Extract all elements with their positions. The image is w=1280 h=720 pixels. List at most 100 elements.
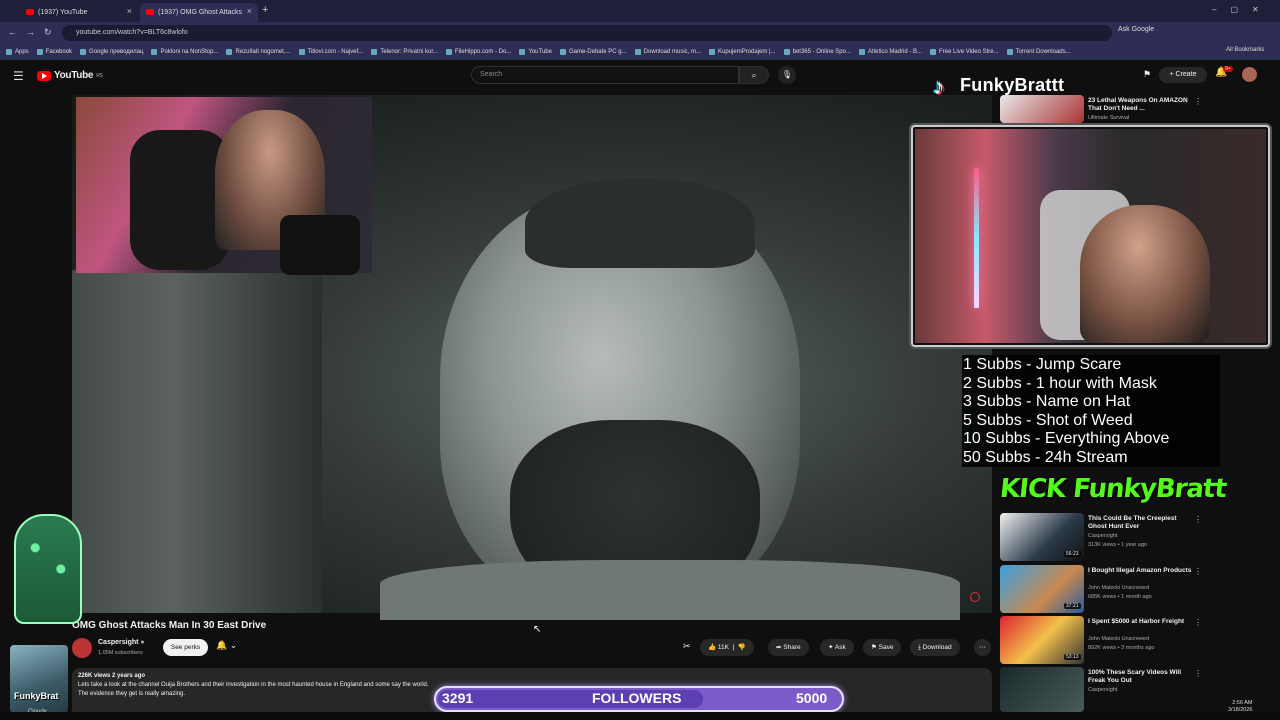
youtube-play-icon [37,70,51,81]
bookmark-favicon-icon [634,49,641,55]
recommendation-item[interactable]: 23 Lethal Weapons On AMAZON That Don't N… [1000,95,1272,123]
forward-icon[interactable]: → [26,27,35,37]
bookmark-favicon-icon [783,49,790,55]
neon-light-bar [974,168,979,308]
more-options-icon[interactable]: ⋮ [1194,567,1202,576]
account-avatar[interactable] [1242,67,1257,82]
video-thumbnail [1000,667,1084,712]
bookmark-favicon-icon [1006,49,1013,55]
notification-count-badge: 9+ [1223,66,1233,72]
recommendation-item[interactable]: 56:23 This Could Be The Creepiest Ghost … [1000,513,1272,561]
close-tab-icon[interactable]: × [247,6,252,16]
bookmark-favicon-icon [709,49,716,55]
mouse-cursor-icon: ↖ [533,624,542,635]
menu-icon[interactable]: ☰ [13,69,24,83]
clip-icon[interactable]: ✂ [683,641,691,652]
bookmark-favicon-icon [446,49,453,55]
video-title: OMG Ghost Attacks Man In 30 East Drive [72,620,267,631]
tab-label: (1937) OMG Ghost Attacks [158,9,243,16]
bookmark-favicon-icon [36,49,43,55]
bookmark-favicon-icon [80,49,87,55]
bookmark-favicon-icon [298,49,305,55]
more-options-icon[interactable]: ⋮ [1194,97,1202,106]
apps-icon [6,49,12,55]
bookmark-item[interactable]: Google преводилац [80,49,143,55]
bookmark-item[interactable]: Apps [6,49,29,55]
ask-google-button[interactable]: Ask Google [1118,26,1154,33]
bookmark-item[interactable]: Atletico Madrid - B... [858,49,922,55]
bookmark-item[interactable]: Game-Debate PC g... [559,49,627,55]
streamer-person [1080,205,1210,343]
window-controls[interactable]: –▢✕ [1212,5,1273,14]
save-button[interactable]: ⚑ Save [863,639,902,656]
subs-goals-list: 1 Subbs - Jump Scare 2 Subbs - 1 hour wi… [962,355,1220,467]
video-background-door [72,270,322,613]
share-button[interactable]: ➦ Share [768,639,809,656]
download-button[interactable]: ⤓ Download [910,639,960,656]
youtube-favicon-icon [146,9,154,15]
more-options-icon[interactable]: ⋮ [1194,618,1202,627]
bookmark-item[interactable]: bet365 - Online Spo... [783,49,851,55]
bookmark-favicon-icon [151,49,158,55]
more-options-icon[interactable]: ⋮ [1194,515,1202,524]
bookmark-item[interactable]: Telenor: Privatni kor... [371,49,438,55]
video-thumbnail [1000,95,1084,123]
subs-goal-item: 3 Subbs - Name on Hat [963,393,1131,410]
windows-taskbar [0,712,1280,720]
verified-icon: ● [140,639,145,646]
bookmark-favicon-icon [519,49,526,55]
recommendation-item[interactable]: 53:13 I Spent $5000 at Harbor Freight Jo… [1000,616,1272,664]
channel-subscriber-count: 1.05M subscribers [98,650,143,656]
bookmark-item[interactable]: Rezultati nogomet,... [226,49,291,55]
youtube-logo[interactable]: YouTube RS [37,70,103,81]
streamer-profile-picture [10,645,68,713]
bookmark-item[interactable]: YouTube [519,49,552,55]
bookmark-item[interactable]: Torrent Downloads... [1006,49,1071,55]
cannabis-jar-icon [14,514,82,624]
more-options-icon[interactable]: ⋮ [1194,669,1202,678]
search-icon[interactable]: ⌕ [739,66,769,84]
kick-logo: KICK FunkyBratt [998,474,1228,504]
tab-youtube-home[interactable]: (1937) YouTube × [20,3,138,22]
thumbs-up-icon: 👍 [708,644,717,651]
bookmark-item[interactable]: Facebook [36,49,72,55]
tab-video[interactable]: (1937) OMG Ghost Attacks × [140,3,258,22]
search-input[interactable]: Search [471,66,739,84]
system-clock[interactable]: 2:56 AM 3/18/2026 [1228,700,1252,714]
bookmark-item[interactable]: KupujemProdajem |... [709,49,776,55]
bookmark-icon: ⚑ [871,644,877,651]
bookmark-item[interactable]: Titlovi.com - Najvef... [298,49,363,55]
create-button[interactable]: + Create [1159,67,1207,83]
bookmark-item[interactable]: Download music, m... [634,49,701,55]
recommendation-item[interactable]: 37:21 I Bought Illegal Amazon Products J… [1000,565,1272,613]
video-subject-hair [525,178,755,268]
subscription-bell-icon[interactable]: 🔔 ⌄ [216,640,237,651]
bookmark-item[interactable]: Free Live Video Stre... [930,49,999,55]
close-tab-icon[interactable]: × [127,6,132,16]
channel-avatar[interactable] [72,638,92,658]
new-tab-icon[interactable]: + [262,4,268,16]
more-actions-icon[interactable]: ⋯ [974,639,991,656]
bookmark-item[interactable]: FileHippo.com - Do... [446,49,511,55]
back-icon[interactable]: ← [8,27,17,37]
subs-goal-item: 10 Subbs - Everything Above [963,430,1170,447]
thumbs-down-icon: 👎 [737,644,747,651]
channel-name[interactable]: Caspersight ● [98,639,145,646]
download-icon: ⤓ [918,644,921,651]
ask-button[interactable]: ✦ Ask [820,639,854,656]
address-bar[interactable]: youtube.com/watch?v=BLT6c8wlofo [62,25,1112,41]
streamer-brand-name: FunkyBrattt [960,75,1065,95]
like-button[interactable]: 👍 11K | 👎 [700,639,755,656]
reload-icon[interactable]: ↻ [44,27,52,38]
bookmark-favicon-icon [858,49,865,55]
microphone-icon[interactable]: 🎙 [778,66,796,84]
all-bookmarks-button[interactable]: All Bookmarks [1226,47,1264,53]
view-count: 226K views 2 years ago [78,673,146,679]
cast-icon[interactable]: ⚑ [1143,69,1151,80]
bookmark-item[interactable]: Pokloni na NonStop... [151,49,218,55]
video-subject-shirt [380,560,960,620]
see-perks-button[interactable]: See perks [163,639,208,656]
subs-goal-item: 1 Subbs - Jump Scare [963,356,1122,373]
followers-goal-count: 5000 [796,690,828,706]
bookmark-favicon-icon [930,49,937,55]
